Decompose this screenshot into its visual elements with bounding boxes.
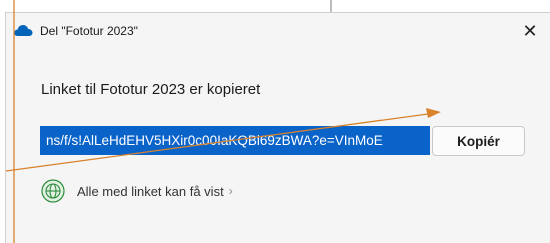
copy-button[interactable]: Kopiér (432, 126, 525, 156)
link-settings-button[interactable]: Alle med linket kan få vist › (41, 178, 233, 204)
share-link-field[interactable]: ns/f/s!AlLeHdEHV5HXir0c00IaKQBi69zBWA?e=… (40, 126, 430, 155)
onedrive-cloud-icon (14, 24, 33, 36)
globe-icon (41, 179, 65, 203)
background-window-strip (0, 0, 550, 12)
title-bar: Del "Fototur 2023" ✕ (6, 13, 550, 51)
window-title: Del "Fototur 2023" (40, 24, 138, 38)
dialog-heading: Linket til Fototur 2023 er kopieret (41, 81, 261, 98)
copy-button-label: Kopiér (457, 133, 500, 149)
share-dialog: Del "Fototur 2023" ✕ Linket til Fototur … (5, 12, 550, 243)
chevron-right-icon: › (228, 184, 233, 198)
background-divider (330, 0, 332, 12)
share-link-text: ns/f/s!AlLeHdEHV5HXir0c00IaKQBi69zBWA?e=… (46, 133, 383, 148)
screenshot-canvas: Del "Fototur 2023" ✕ Linket til Fototur … (0, 0, 550, 243)
link-permission-label: Alle med linket kan få vist (77, 183, 224, 199)
close-icon: ✕ (522, 20, 538, 41)
close-button[interactable]: ✕ (516, 17, 544, 45)
